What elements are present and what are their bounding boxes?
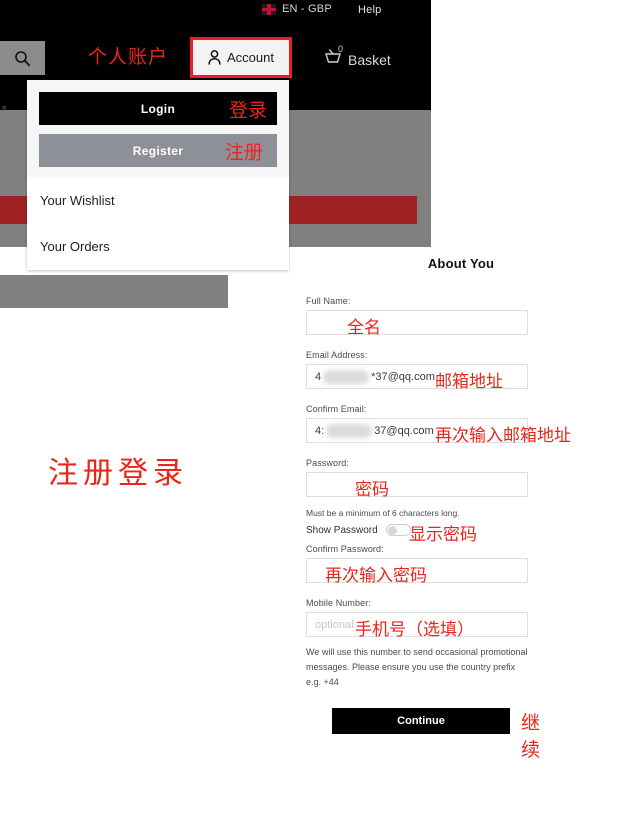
dropdown-item-label: Your Orders (40, 238, 110, 254)
field-label: Confirm Password: (306, 544, 384, 555)
email-value-prefix: 4 (315, 370, 322, 383)
help-link[interactable]: Help (358, 4, 381, 16)
field-password: Password: 密码 (306, 458, 528, 500)
form-title: About You (427, 256, 495, 271)
login-label: Login (140, 101, 176, 116)
confirm-password-input[interactable]: 再次输入密码 (306, 558, 528, 587)
account-button-label: Account (227, 50, 274, 65)
account-dropdown-auth: Login 登录 Register 注册 (27, 80, 289, 177)
field-label: Mobile Number: (306, 598, 371, 609)
annotation-mobile-cn: 手机号（选填） (355, 620, 474, 641)
account-dropdown: Login 登录 Register 注册 Your Wishlist Your … (27, 80, 289, 270)
annotation-confirm-email-cn: 再次输入邮箱地址 (435, 426, 571, 446)
annotation-register-cn: 注册 (224, 141, 263, 163)
field-full-name: Full Name: 全名 (306, 296, 528, 338)
page-grey-block-lower (0, 275, 228, 308)
password-hint: Must be a minimum of 6 characters long. (306, 508, 460, 518)
show-password-row[interactable]: Show Password 显示密码 (306, 524, 528, 545)
person-icon (208, 50, 221, 65)
register-button[interactable]: Register 注册 (39, 134, 277, 167)
field-label: Password: (306, 458, 349, 468)
confirm-email-value-suffix: 37@qq.com (374, 424, 434, 437)
annotation-account-cn: 个人账户 (88, 46, 169, 68)
field-email: Email Address: 4 *37@qq.com 邮箱地址 (306, 350, 528, 392)
continue-button[interactable]: Continue (332, 707, 510, 734)
annotation-continue-cn: 继续 (521, 711, 541, 761)
annotation-register-login-cn: 注册登录 (48, 456, 188, 491)
basket-button[interactable]: 0 Basket (323, 44, 391, 68)
account-dropdown-links: Your Wishlist Your Orders (27, 177, 289, 269)
email-value-suffix: *37@qq.com (371, 370, 435, 383)
field-mobile: Mobile Number: optional 手机号（选填） (306, 598, 528, 641)
field-label: Email Address: (306, 350, 368, 360)
annotation-login-cn: 登录 (228, 99, 267, 121)
annotation-email-cn: 邮箱地址 (435, 372, 503, 392)
account-button[interactable]: Account (190, 37, 292, 78)
annotation-confirm-password-cn: 再次输入密码 (325, 566, 427, 587)
mobile-number-input[interactable]: optional 手机号（选填） (306, 612, 528, 641)
confirm-email-input[interactable]: 4: 37@qq.com 再次输入邮箱地址 (306, 418, 571, 446)
continue-row: Continue 继续 (306, 707, 540, 761)
field-label: Full Name: (306, 296, 351, 306)
page-root: EN - GBP Help s 个人账户 Account 0 Basket Lo… (0, 0, 632, 819)
annotation-show-password-cn: 显示密码 (409, 525, 477, 546)
email-redaction (323, 369, 370, 384)
locale-label: EN - GBP (282, 3, 332, 15)
locale-selector[interactable]: EN - GBP (262, 3, 332, 15)
dropdown-item-label: Your Wishlist (40, 192, 115, 208)
field-label: Confirm Email: (306, 404, 367, 414)
confirm-email-redaction (326, 423, 373, 438)
password-input[interactable]: 密码 (306, 472, 528, 500)
search-icon (15, 50, 31, 66)
mobile-placeholder: optional (315, 618, 354, 631)
register-label: Register (132, 143, 184, 158)
edge-text-fragment: s (2, 103, 7, 113)
dropdown-item-wishlist[interactable]: Your Wishlist (40, 177, 276, 223)
toggle-knob (387, 526, 397, 536)
utility-bar: EN - GBP Help (0, 0, 431, 26)
show-password-label: Show Password (306, 524, 378, 536)
basket-count-badge: 0 (338, 44, 344, 54)
search-button[interactable] (0, 41, 45, 75)
annotation-password-cn: 密码 (355, 480, 389, 500)
full-name-input[interactable]: 全名 (306, 310, 528, 338)
field-confirm-email: Confirm Email: 4: 37@qq.com 再次输入邮箱地址 (306, 404, 571, 446)
basket-label: Basket (348, 52, 391, 68)
confirm-email-value-prefix: 4: (315, 424, 325, 437)
field-confirm-password: Confirm Password: 再次输入密码 (306, 544, 528, 587)
about-you-form: About You Full Name: 全名 Email Address: 4… (290, 248, 632, 819)
annotation-full-name-cn: 全名 (347, 318, 381, 338)
dropdown-item-orders[interactable]: Your Orders (40, 223, 276, 269)
form-fields: Full Name: 全名 Email Address: 4 *37@qq.co… (306, 296, 571, 761)
uk-flag-icon (262, 3, 276, 15)
email-input[interactable]: 4 *37@qq.com 邮箱地址 (306, 364, 528, 392)
mobile-note: We will use this number to send occasion… (306, 647, 528, 687)
login-button[interactable]: Login 登录 (39, 92, 277, 125)
show-password-toggle[interactable] (385, 524, 411, 537)
